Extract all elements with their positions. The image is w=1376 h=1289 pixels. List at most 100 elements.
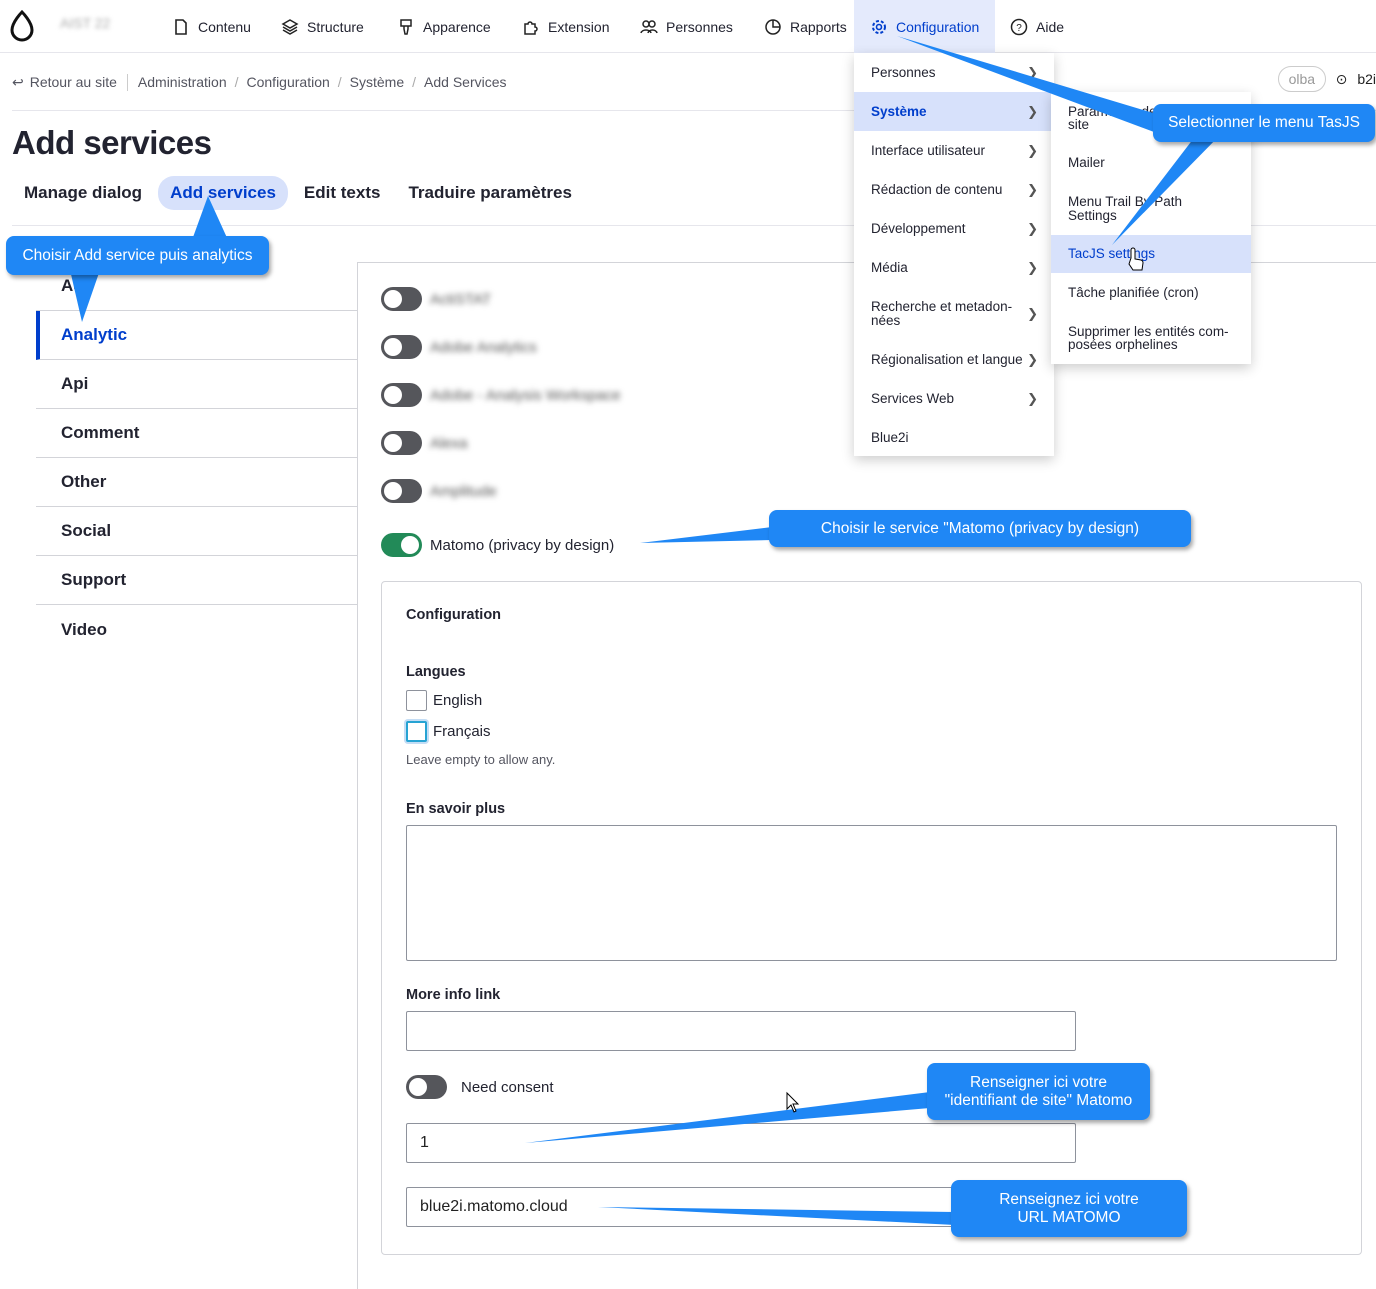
service-category-tabs: Ads Analytic Api Comment Other Social Su… — [36, 262, 358, 654]
service-label: Adobe Analytics — [430, 338, 537, 356]
toolbar-pill[interactable]: olba — [1277, 66, 1326, 92]
toolbar-label: Contenu — [198, 18, 251, 35]
lang-francais-row: Français — [406, 721, 491, 742]
pie-chart-icon — [765, 18, 781, 35]
breadcrumb-item[interactable]: Administration — [138, 74, 227, 90]
matomo-url-value: blue2i.matomo.cloud — [420, 1198, 568, 1215]
callout-url: Renseignez ici votre URL MATOMO — [951, 1180, 1187, 1237]
user-tools: olba ⊙ b2i — [1277, 66, 1376, 92]
matomo-toggle[interactable] — [381, 533, 422, 557]
breadcrumb-current: Add Services — [424, 74, 507, 90]
submenu-item-tacjs-settings[interactable]: TacJS settings — [1051, 235, 1251, 273]
service-label: Amplitude — [430, 482, 497, 500]
tab-traduire-parametres[interactable]: Traduire paramètres — [396, 176, 583, 210]
back-arrow-icon: ↩ — [12, 73, 24, 90]
need-consent-label: Need consent — [461, 1078, 554, 1096]
menu-item-personnes[interactable]: Personnes ❯ — [854, 53, 1054, 92]
vtab-comment[interactable]: Comment — [36, 409, 358, 458]
toolbar-contenu[interactable]: Contenu — [172, 0, 251, 53]
back-to-site-link[interactable]: ↩ Retour au site — [12, 73, 128, 91]
learn-more-textarea[interactable] — [406, 825, 1337, 961]
english-checkbox[interactable] — [406, 690, 427, 711]
toolbar-extension[interactable]: Extension — [522, 0, 609, 53]
user-icon[interactable]: ⊙ — [1336, 71, 1348, 88]
need-consent-toggle[interactable] — [406, 1075, 447, 1099]
site-id-input[interactable]: 1 — [406, 1123, 1076, 1163]
menu-item-systeme[interactable]: Système ❯ — [854, 92, 1054, 131]
service-label: Adobe - Analysis Workspace — [430, 386, 621, 404]
english-label: English — [433, 692, 483, 709]
page-title: Add services — [12, 124, 212, 161]
menu-item-recherche[interactable]: Recherche et metadon- nées ❯ — [854, 287, 1054, 340]
service-toggle[interactable] — [381, 431, 422, 455]
toolbar-label: Configuration — [896, 18, 980, 35]
learn-more-label: En savoir plus — [406, 801, 506, 817]
matomo-label: Matomo (privacy by design) — [430, 536, 615, 554]
admin-toolbar: AIST 22 Contenu Structure Apparence Exte… — [0, 0, 1376, 53]
back-label: Retour au site — [29, 74, 117, 90]
service-toggle-row: Amplitude — [381, 479, 497, 503]
svg-text:?: ? — [1016, 23, 1022, 34]
toolbar-label: Structure — [307, 18, 364, 35]
toolbar-personnes[interactable]: Personnes — [640, 0, 733, 53]
brush-icon — [400, 18, 412, 35]
submenu-item-supprimer-entites[interactable]: Supprimer les entités com- posées orphel… — [1051, 313, 1251, 363]
site-name[interactable]: AIST 22 — [60, 15, 110, 31]
submenu-item-menu-trail[interactable]: Menu Trail By Path Settings — [1051, 182, 1251, 235]
submenu-item-mailer[interactable]: Mailer — [1051, 144, 1251, 182]
more-info-input[interactable] — [406, 1011, 1076, 1051]
vtab-api[interactable]: Api — [36, 360, 358, 409]
service-toggle[interactable] — [381, 287, 422, 311]
callout-text: Renseignez ici votre URL MATOMO — [999, 1190, 1139, 1226]
service-toggle[interactable] — [381, 383, 422, 407]
service-toggle-row: Adobe Analytics — [381, 335, 537, 359]
service-toggle[interactable] — [381, 335, 422, 359]
chevron-right-icon: ❯ — [1027, 259, 1038, 275]
layers-icon — [281, 18, 299, 35]
vtab-analytic[interactable]: Analytic — [36, 311, 358, 360]
breadcrumb: ↩ Retour au site Administration / Config… — [12, 72, 507, 92]
service-toggle[interactable] — [381, 479, 422, 503]
menu-item-blue2i[interactable]: Blue2i — [854, 418, 1054, 457]
menu-item-developpement[interactable]: Développement ❯ — [854, 209, 1054, 248]
menu-label: Recherche et metadon- nées — [871, 299, 1013, 328]
menu-item-regionalisation[interactable]: Régionalisation et langue ❯ — [854, 340, 1054, 379]
submenu-item-cron[interactable]: Tâche planifiée (cron) — [1051, 273, 1251, 313]
breadcrumb-item[interactable]: Système — [350, 74, 404, 90]
toolbar-rapports[interactable]: Rapports — [764, 0, 847, 53]
tab-manage-dialog[interactable]: Manage dialog — [12, 176, 154, 210]
menu-item-redaction[interactable]: Rédaction de contenu ❯ — [854, 170, 1054, 209]
breadcrumb-item[interactable]: Configuration — [247, 74, 330, 90]
menu-label: Système — [871, 104, 927, 119]
user-name[interactable]: b2i — [1357, 71, 1376, 87]
toolbar-structure[interactable]: Structure — [281, 0, 364, 53]
menu-label: Régionalisation et langue — [871, 352, 1023, 367]
site-id-value: 1 — [420, 1134, 429, 1151]
vtab-other[interactable]: Other — [36, 458, 358, 507]
toolbar-label: Apparence — [423, 18, 491, 35]
chevron-right-icon: ❯ — [1027, 305, 1038, 321]
menu-item-interface[interactable]: Interface utilisateur ❯ — [854, 131, 1054, 170]
francais-checkbox[interactable] — [406, 721, 427, 742]
help-icon: ? — [1010, 18, 1028, 35]
more-info-label: More info link — [406, 987, 501, 1003]
menu-item-services-web[interactable]: Services Web ❯ — [854, 379, 1054, 418]
service-toggle-row: Alexa — [381, 431, 468, 455]
lang-english-row: English — [406, 690, 482, 711]
drupal-logo-icon[interactable] — [8, 10, 36, 42]
toolbar-aide[interactable]: ? Aide — [1010, 0, 1064, 53]
vtab-video[interactable]: Video — [36, 605, 358, 654]
matomo-toggle-row: Matomo (privacy by design) — [381, 533, 614, 557]
callout-text: Choisir le service "Matomo (privacy by d… — [820, 519, 1140, 537]
gear-icon — [872, 19, 886, 34]
callout-text: Renseigner ici votre "identifiant de sit… — [944, 1073, 1133, 1109]
toolbar-configuration[interactable]: Configuration — [854, 0, 996, 53]
toolbar-apparence[interactable]: Apparence — [397, 0, 491, 53]
menu-item-media[interactable]: Média ❯ — [854, 248, 1054, 287]
menu-label: Développement — [871, 221, 966, 236]
tab-add-services[interactable]: Add services — [158, 176, 288, 210]
vtab-support[interactable]: Support — [36, 556, 358, 605]
langues-label: Langues — [406, 664, 466, 680]
vtab-social[interactable]: Social — [36, 507, 358, 556]
tab-edit-texts[interactable]: Edit texts — [292, 176, 393, 210]
